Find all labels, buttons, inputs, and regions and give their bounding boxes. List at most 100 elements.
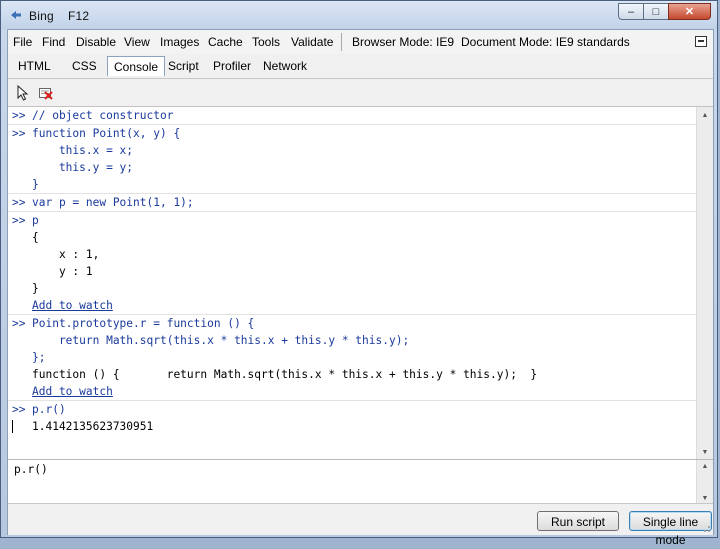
menu-bar: File Find Disable View Images Cache Tool… [8, 30, 713, 55]
maximize-button[interactable]: □ [643, 3, 669, 20]
console-input-pane: p.r() ▲ ▼ [8, 459, 713, 504]
window-title: Bing F12 [29, 9, 89, 23]
collapse-icon[interactable] [695, 36, 707, 47]
console-entry: >> // object constructor [8, 107, 713, 125]
f12-window: Bing F12 – □ ✕ File Find Disable View Im… [0, 0, 718, 547]
console-input: var p = new Point(1, 1); [32, 196, 194, 209]
console-scrollbar[interactable]: ▲ ▼ [696, 107, 713, 460]
console-input: p.r() [32, 403, 66, 416]
tab-bar: HTML CSS Console Script Profiler Network [8, 54, 713, 78]
console-line: y : 1 [8, 263, 713, 280]
console-line: >> function Point(x, y) { [8, 125, 713, 142]
tab-html[interactable]: HTML [12, 56, 57, 76]
f12-app-icon [11, 11, 21, 19]
tab-script[interactable]: Script [162, 56, 205, 76]
menu-view[interactable]: View [124, 35, 150, 49]
console-entry: >> p.r() 1.4142135623730951 [8, 401, 713, 435]
run-script-button[interactable]: Run script [537, 511, 619, 531]
close-icon: ✕ [684, 6, 695, 18]
console-input: } [32, 178, 39, 191]
console-prompt: >> [12, 403, 26, 416]
console-prompt: >> [12, 214, 26, 227]
script-input[interactable]: p.r() [14, 463, 684, 499]
resize-grip-icon[interactable] [701, 523, 711, 533]
console-entry: >> Point.prototype.r = function () { retu… [8, 315, 713, 401]
console-entry: >> function Point(x, y) { this.x = x; thi… [8, 125, 713, 194]
menu-find[interactable]: Find [42, 35, 65, 49]
tab-console[interactable]: Console [107, 56, 166, 76]
menu-file[interactable]: File [13, 35, 32, 49]
scroll-down-icon[interactable]: ▼ [697, 444, 713, 460]
select-element-icon[interactable] [15, 85, 31, 101]
console-input: Point.prototype.r = function () { [32, 317, 255, 330]
console-toolbar [8, 78, 713, 105]
menu-cache[interactable]: Cache [208, 35, 243, 49]
clear-console-icon[interactable] [38, 85, 54, 101]
add-to-watch-link[interactable]: Add to watch [32, 383, 113, 400]
console-prompt: >> [12, 109, 26, 122]
console-line: { [8, 229, 713, 246]
browser-mode-menu[interactable]: Browser Mode: IE9 [352, 35, 454, 49]
console-output-line: x : 1, [32, 248, 100, 261]
console-output-line: 1.4142135623730951 [32, 420, 154, 433]
console-output-line: { [32, 231, 39, 244]
console-line: this.x = x; [8, 142, 713, 159]
console-input: p [32, 214, 39, 227]
console-line: >> p.r() [8, 401, 713, 418]
console-output-line: function () { return Math.sqrt(this.x * … [32, 368, 538, 381]
console-entry: >> var p = new Point(1, 1); [8, 194, 713, 212]
menu-separator [341, 33, 342, 51]
console-line: 1.4142135623730951 [8, 418, 713, 435]
title-bar[interactable]: Bing F12 – □ ✕ [1, 1, 717, 29]
console-input: // object constructor [32, 109, 174, 122]
close-button[interactable]: ✕ [668, 3, 711, 20]
console-line: this.y = y; [8, 159, 713, 176]
text-caret [12, 420, 13, 433]
console-entry: >> p { x : 1, y : 1 } Add to watch [8, 212, 713, 315]
console-input: return Math.sqrt(this.x * this.x + this.… [32, 334, 410, 347]
console-input: function Point(x, y) { [32, 127, 181, 140]
console-line: function () { return Math.sqrt(this.x * … [8, 366, 713, 383]
console-line: } [8, 280, 713, 297]
window-controls: – □ ✕ [618, 3, 711, 21]
add-to-watch-link[interactable]: Add to watch [32, 297, 113, 314]
console-output: >> // object constructor >> function Point… [8, 106, 713, 460]
devtools-client: File Find Disable View Images Cache Tool… [7, 29, 714, 547]
bottom-bar: Run script Single line mode [8, 503, 713, 547]
console-line: >> var p = new Point(1, 1); [8, 194, 713, 211]
console-line: }; [8, 349, 713, 366]
document-mode-menu[interactable]: Document Mode: IE9 standards [461, 35, 630, 49]
minimize-button[interactable]: – [618, 3, 644, 20]
console-input: this.y = y; [32, 161, 134, 174]
tab-profiler[interactable]: Profiler [207, 56, 257, 76]
minimize-icon: – [627, 5, 635, 18]
console-prompt: >> [12, 127, 26, 140]
window-title-app: Bing [29, 9, 54, 23]
console-input: }; [32, 351, 46, 364]
scroll-up-icon[interactable]: ▲ [697, 107, 713, 123]
console-line: >> p [8, 212, 713, 229]
console-line: >> Point.prototype.r = function () { [8, 315, 713, 332]
console-prompt: >> [12, 196, 26, 209]
tab-network[interactable]: Network [257, 56, 313, 76]
menu-validate[interactable]: Validate [291, 35, 333, 49]
console-line: x : 1, [8, 246, 713, 263]
window-title-sub: F12 [67, 9, 90, 23]
console-line: >> // object constructor [8, 107, 713, 124]
menu-images[interactable]: Images [160, 35, 199, 49]
maximize-icon: □ [652, 5, 660, 18]
console-input: this.x = x; [32, 144, 134, 157]
menu-tools[interactable]: Tools [252, 35, 280, 49]
console-output-line: } [32, 282, 39, 295]
console-output-line: y : 1 [32, 265, 93, 278]
console-line: Add to watch [8, 383, 713, 400]
console-line: Add to watch [8, 297, 713, 314]
console-prompt: >> [12, 317, 26, 330]
console-line: return Math.sqrt(this.x * this.x + this.… [8, 332, 713, 349]
scroll-up-icon[interactable]: ▲ [697, 460, 713, 472]
console-line: } [8, 176, 713, 193]
tab-css[interactable]: CSS [66, 56, 103, 76]
single-line-mode-button[interactable]: Single line mode [629, 511, 712, 547]
menu-disable[interactable]: Disable [76, 35, 116, 49]
input-scrollbar[interactable]: ▲ ▼ [696, 460, 713, 504]
